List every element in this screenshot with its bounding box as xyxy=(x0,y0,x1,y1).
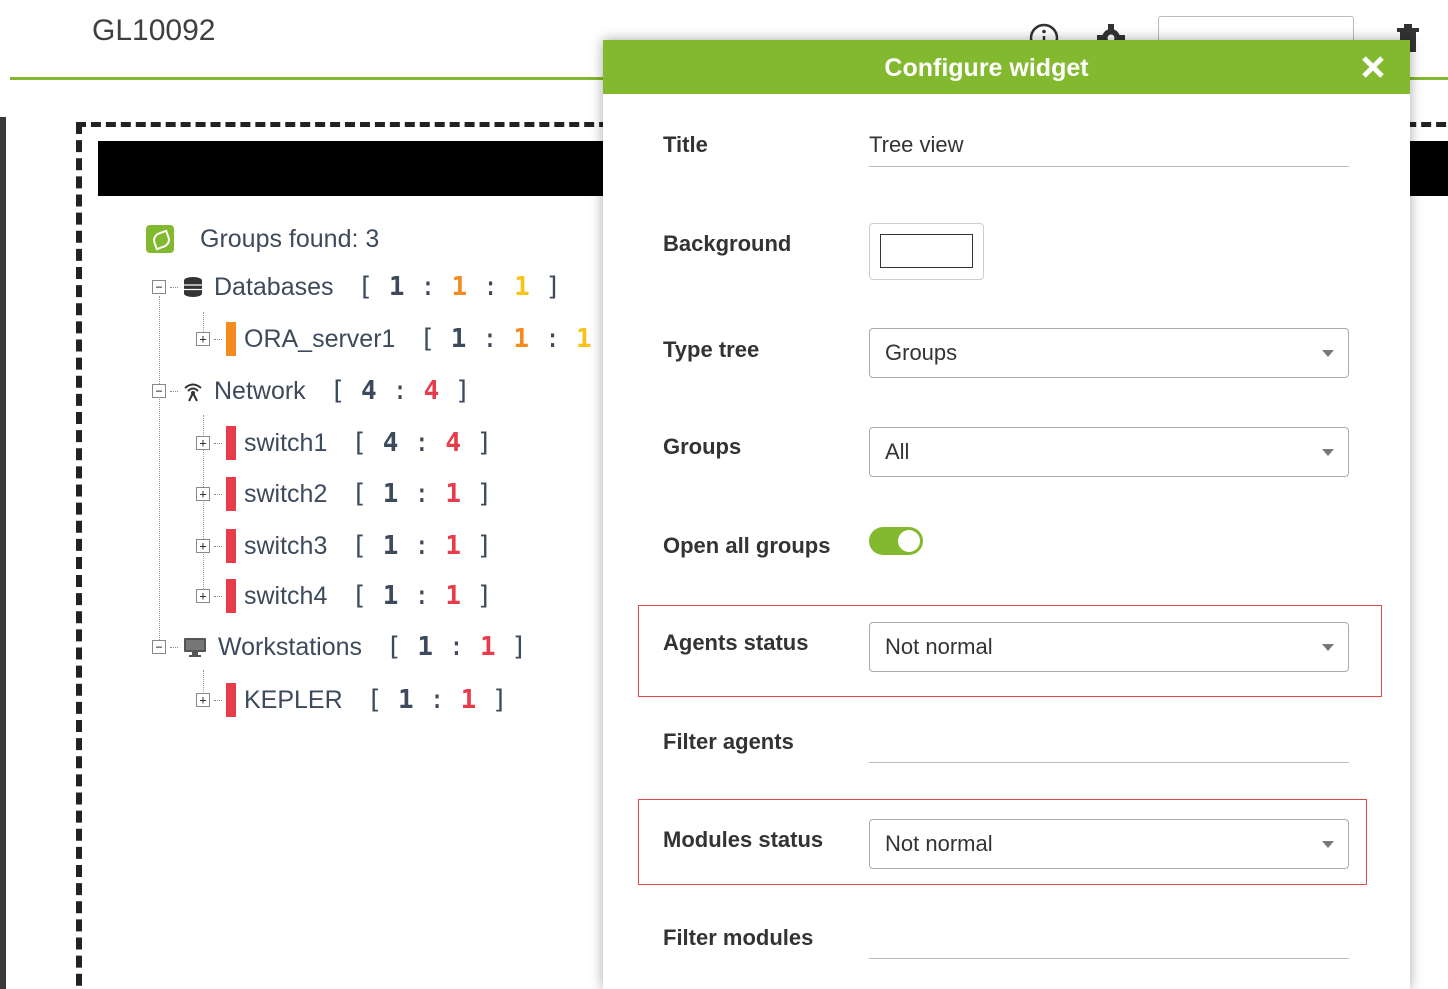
groups-found-label: Groups found: 3 xyxy=(200,224,380,253)
open-all-groups-label: Open all groups xyxy=(663,533,831,558)
expand-icon[interactable]: + xyxy=(196,332,210,346)
type-tree-select[interactable]: Groups xyxy=(869,328,1349,378)
modal-title: Configure widget xyxy=(884,54,1089,82)
background-label: Background xyxy=(663,231,792,256)
configure-widget-modal: Configure widget Title Background Type t… xyxy=(603,40,1410,989)
tree-node-network[interactable]: − Network [ 4 : 4 ] xyxy=(152,373,471,409)
tree-node-databases[interactable]: − Databases [ 1 : 1 : 1 ] xyxy=(152,269,561,305)
tree-node-label: switch1 xyxy=(244,428,328,457)
tree-node-label: Network xyxy=(214,376,306,405)
tree-node-label: KEPLER xyxy=(244,685,343,714)
antenna-icon xyxy=(184,383,202,402)
tree-node-counts: [ 1 : 1 ] xyxy=(386,632,527,662)
tree-node-label: switch2 xyxy=(244,479,328,508)
groups-label: Groups xyxy=(663,434,742,459)
tree-node-counts: [ 1 : 1 ] xyxy=(366,685,508,715)
collapse-icon[interactable]: − xyxy=(152,640,166,654)
expand-icon[interactable]: + xyxy=(196,539,210,553)
tree-node-switch3[interactable]: + switch3 [ 1 : 1 ] xyxy=(196,528,492,564)
tree-node-ora-server1[interactable]: + ORA_server1 [ 1 : 1 : 1 ] xyxy=(196,321,623,357)
filter-modules-label: Filter modules xyxy=(663,925,814,950)
database-icon xyxy=(184,277,202,297)
modules-status-label: Modules status xyxy=(663,827,824,852)
filter-agents-input[interactable] xyxy=(869,719,1349,763)
tree-node-label: switch4 xyxy=(244,581,328,610)
tree-node-label: switch3 xyxy=(244,531,328,560)
tree-node-switch4[interactable]: + switch4 [ 1 : 1 ] xyxy=(196,578,492,614)
modules-status-value: Not normal xyxy=(885,831,993,856)
close-icon[interactable] xyxy=(1360,54,1386,80)
filter-agents-label: Filter agents xyxy=(663,729,794,754)
dropdown-arrow-icon xyxy=(1322,449,1334,456)
dropdown-arrow-icon xyxy=(1322,841,1334,848)
tree-node-label: Workstations xyxy=(218,632,363,661)
status-indicator xyxy=(226,426,236,460)
status-indicator xyxy=(226,683,236,717)
tree-node-kepler[interactable]: + KEPLER [ 1 : 1 ] xyxy=(196,682,508,718)
expand-icon[interactable]: + xyxy=(196,589,210,603)
collapse-icon[interactable]: − xyxy=(152,384,166,398)
tree-node-counts: [ 1 : 1 : 1 ] xyxy=(419,324,623,354)
tree-node-switch1[interactable]: + switch1 [ 4 : 4 ] xyxy=(196,425,492,461)
agents-status-label: Agents status xyxy=(663,630,809,655)
agents-status-select[interactable]: Not normal xyxy=(869,622,1349,672)
tree-node-switch2[interactable]: + switch2 [ 1 : 1 ] xyxy=(196,476,492,512)
status-indicator xyxy=(226,322,236,356)
dropdown-arrow-icon xyxy=(1322,644,1334,651)
dropdown-arrow-icon xyxy=(1322,350,1334,357)
title-input[interactable] xyxy=(869,123,1349,167)
background-color-picker[interactable] xyxy=(869,223,984,280)
groups-value: All xyxy=(885,439,910,464)
agents-status-value: Not normal xyxy=(885,634,993,659)
groups-select[interactable]: All xyxy=(869,427,1349,477)
type-tree-label: Type tree xyxy=(663,337,760,362)
expand-icon[interactable]: + xyxy=(196,487,210,501)
groups-found-row: Groups found: 3 xyxy=(146,221,379,257)
tree-node-label: Databases xyxy=(214,272,334,301)
tree-node-label: ORA_server1 xyxy=(244,324,396,353)
tree-view: Groups found: 3 − Databases [ 1 : 1 : 1 … xyxy=(0,0,623,989)
status-indicator xyxy=(226,477,236,511)
modal-header: Configure widget xyxy=(603,40,1410,94)
open-all-groups-toggle[interactable] xyxy=(869,527,923,555)
tree-node-counts: [ 1 : 1 ] xyxy=(351,581,493,611)
tree-node-workstations[interactable]: − Workstations [ 1 : 1 ] xyxy=(152,629,527,665)
background-color-swatch xyxy=(880,234,973,268)
expand-icon[interactable]: + xyxy=(196,693,210,707)
filter-modules-input[interactable] xyxy=(869,915,1349,959)
collapse-icon[interactable]: − xyxy=(152,280,166,294)
tree-node-counts: [ 1 : 1 : 1 ] xyxy=(357,272,562,302)
tree-node-counts: [ 4 : 4 ] xyxy=(329,376,471,406)
tree-node-counts: [ 1 : 1 ] xyxy=(351,479,493,509)
modules-status-select[interactable]: Not normal xyxy=(869,819,1349,869)
toggle-knob xyxy=(898,530,920,552)
tree-node-counts: [ 1 : 1 ] xyxy=(351,531,493,561)
title-label: Title xyxy=(663,132,708,157)
status-indicator xyxy=(226,529,236,563)
monitor-icon xyxy=(184,638,206,657)
tree-node-counts: [ 4 : 4 ] xyxy=(351,428,493,458)
status-indicator xyxy=(226,579,236,613)
pandora-logo-icon xyxy=(146,225,174,253)
expand-icon[interactable]: + xyxy=(196,436,210,450)
type-tree-value: Groups xyxy=(885,340,958,365)
